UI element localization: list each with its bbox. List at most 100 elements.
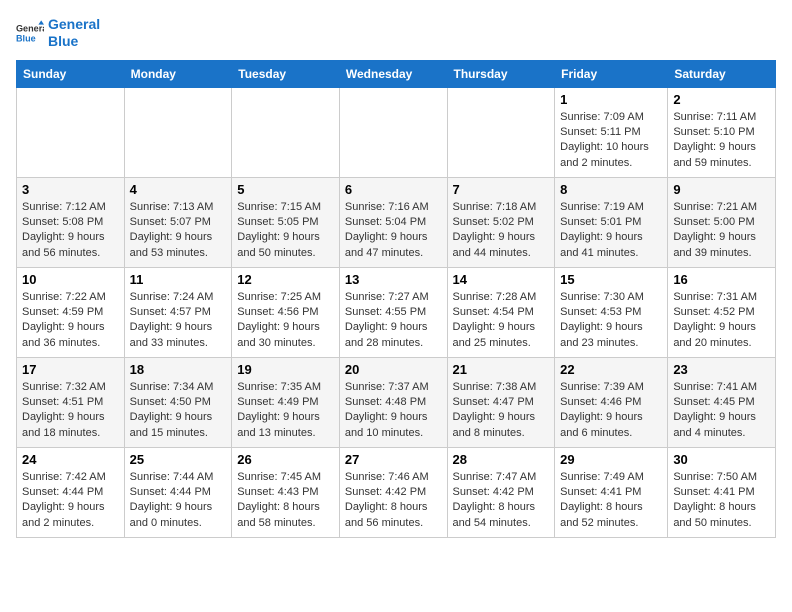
day-info: Sunrise: 7:21 AM Sunset: 5:00 PM Dayligh… (673, 200, 770, 262)
calendar-cell: 18 Sunrise: 7:34 AM Sunset: 4:50 PM Dayli… (124, 357, 232, 447)
calendar-cell: 9 Sunrise: 7:21 AM Sunset: 5:00 PM Daylig… (668, 177, 776, 267)
day-info: Sunrise: 7:32 AM Sunset: 4:51 PM Dayligh… (22, 380, 119, 442)
calendar-cell: 23Sunrise: 7:41 AM Sunset: 4:45 PM Dayli… (668, 357, 776, 447)
day-number: 7 (453, 182, 550, 197)
calendar-cell: 13Sunrise: 7:27 AM Sunset: 4:55 PM Dayli… (339, 267, 447, 357)
calendar-cell: 6 Sunrise: 7:16 AM Sunset: 5:04 PM Daylig… (339, 177, 447, 267)
calendar-cell: 24 Sunrise: 7:42 AM Sunset: 4:44 PM Dayli… (17, 447, 125, 537)
calendar-cell: 20 Sunrise: 7:37 AM Sunset: 4:48 PM Dayli… (339, 357, 447, 447)
calendar-week-row: 10 Sunrise: 7:22 AM Sunset: 4:59 PM Dayli… (17, 267, 776, 357)
day-number: 12 (237, 272, 334, 287)
weekday-header-cell: Sunday (17, 60, 125, 87)
calendar-table: SundayMondayTuesdayWednesdayThursdayFrid… (16, 60, 776, 538)
calendar-week-row: 3 Sunrise: 7:12 AM Sunset: 5:08 PM Daylig… (17, 177, 776, 267)
day-info: Sunrise: 7:42 AM Sunset: 4:44 PM Dayligh… (22, 470, 119, 532)
day-info: Sunrise: 7:50 AM Sunset: 4:41 PM Dayligh… (673, 470, 770, 532)
logo-text: GeneralBlue (48, 16, 100, 50)
weekday-header-cell: Monday (124, 60, 232, 87)
calendar-cell: 1 Sunrise: 7:09 AM Sunset: 5:11 PM Daylig… (555, 87, 668, 177)
calendar-cell: 5Sunrise: 7:15 AM Sunset: 5:05 PM Daylig… (232, 177, 340, 267)
day-number: 30 (673, 452, 770, 467)
calendar-cell: 26Sunrise: 7:45 AM Sunset: 4:43 PM Dayli… (232, 447, 340, 537)
calendar-cell: 19Sunrise: 7:35 AM Sunset: 4:49 PM Dayli… (232, 357, 340, 447)
day-info: Sunrise: 7:12 AM Sunset: 5:08 PM Dayligh… (22, 200, 119, 262)
day-number: 10 (22, 272, 119, 287)
calendar-cell: 30 Sunrise: 7:50 AM Sunset: 4:41 PM Dayli… (668, 447, 776, 537)
day-info: Sunrise: 7:15 AM Sunset: 5:05 PM Dayligh… (237, 200, 334, 262)
day-info: Sunrise: 7:09 AM Sunset: 5:11 PM Dayligh… (560, 110, 662, 172)
day-number: 27 (345, 452, 442, 467)
day-number: 6 (345, 182, 442, 197)
calendar-cell: 4Sunrise: 7:13 AM Sunset: 5:07 PM Daylig… (124, 177, 232, 267)
calendar-week-row: 17Sunrise: 7:32 AM Sunset: 4:51 PM Dayli… (17, 357, 776, 447)
weekday-header-cell: Tuesday (232, 60, 340, 87)
day-info: Sunrise: 7:44 AM Sunset: 4:44 PM Dayligh… (130, 470, 227, 532)
calendar-cell: 10 Sunrise: 7:22 AM Sunset: 4:59 PM Dayli… (17, 267, 125, 357)
day-number: 24 (22, 452, 119, 467)
day-info: Sunrise: 7:38 AM Sunset: 4:47 PM Dayligh… (453, 380, 550, 442)
day-info: Sunrise: 7:24 AM Sunset: 4:57 PM Dayligh… (130, 290, 227, 352)
calendar-cell (339, 87, 447, 177)
calendar-body: 1 Sunrise: 7:09 AM Sunset: 5:11 PM Daylig… (17, 87, 776, 537)
calendar-cell: 2 Sunrise: 7:11 AM Sunset: 5:10 PM Daylig… (668, 87, 776, 177)
weekday-header-row: SundayMondayTuesdayWednesdayThursdayFrid… (17, 60, 776, 87)
calendar-cell: 14 Sunrise: 7:28 AM Sunset: 4:54 PM Dayli… (447, 267, 555, 357)
day-number: 8 (560, 182, 662, 197)
day-info: Sunrise: 7:49 AM Sunset: 4:41 PM Dayligh… (560, 470, 662, 532)
day-info: Sunrise: 7:37 AM Sunset: 4:48 PM Dayligh… (345, 380, 442, 442)
day-number: 3 (22, 182, 119, 197)
day-info: Sunrise: 7:11 AM Sunset: 5:10 PM Dayligh… (673, 110, 770, 172)
day-number: 21 (453, 362, 550, 377)
day-number: 29 (560, 452, 662, 467)
day-info: Sunrise: 7:46 AM Sunset: 4:42 PM Dayligh… (345, 470, 442, 532)
calendar-cell: 11 Sunrise: 7:24 AM Sunset: 4:57 PM Dayli… (124, 267, 232, 357)
svg-text:General: General (16, 23, 44, 33)
svg-text:Blue: Blue (16, 33, 36, 43)
day-number: 9 (673, 182, 770, 197)
day-info: Sunrise: 7:30 AM Sunset: 4:53 PM Dayligh… (560, 290, 662, 352)
day-number: 11 (130, 272, 227, 287)
day-number: 22 (560, 362, 662, 377)
calendar-cell: 27 Sunrise: 7:46 AM Sunset: 4:42 PM Dayli… (339, 447, 447, 537)
day-number: 1 (560, 92, 662, 107)
day-number: 14 (453, 272, 550, 287)
page-header: General Blue GeneralBlue (16, 16, 776, 50)
day-info: Sunrise: 7:27 AM Sunset: 4:55 PM Dayligh… (345, 290, 442, 352)
day-number: 16 (673, 272, 770, 287)
day-info: Sunrise: 7:34 AM Sunset: 4:50 PM Dayligh… (130, 380, 227, 442)
calendar-week-row: 24 Sunrise: 7:42 AM Sunset: 4:44 PM Dayli… (17, 447, 776, 537)
day-number: 18 (130, 362, 227, 377)
day-number: 2 (673, 92, 770, 107)
day-info: Sunrise: 7:25 AM Sunset: 4:56 PM Dayligh… (237, 290, 334, 352)
day-number: 20 (345, 362, 442, 377)
calendar-cell: 21 Sunrise: 7:38 AM Sunset: 4:47 PM Dayli… (447, 357, 555, 447)
calendar-cell: 12 Sunrise: 7:25 AM Sunset: 4:56 PM Dayli… (232, 267, 340, 357)
day-info: Sunrise: 7:18 AM Sunset: 5:02 PM Dayligh… (453, 200, 550, 262)
weekday-header-cell: Wednesday (339, 60, 447, 87)
calendar-cell: 16 Sunrise: 7:31 AM Sunset: 4:52 PM Dayli… (668, 267, 776, 357)
logo-icon: General Blue (16, 19, 44, 47)
calendar-cell: 29 Sunrise: 7:49 AM Sunset: 4:41 PM Dayli… (555, 447, 668, 537)
day-info: Sunrise: 7:39 AM Sunset: 4:46 PM Dayligh… (560, 380, 662, 442)
calendar-cell (447, 87, 555, 177)
day-info: Sunrise: 7:31 AM Sunset: 4:52 PM Dayligh… (673, 290, 770, 352)
day-number: 28 (453, 452, 550, 467)
weekday-header-cell: Friday (555, 60, 668, 87)
calendar-cell: 17Sunrise: 7:32 AM Sunset: 4:51 PM Dayli… (17, 357, 125, 447)
calendar-week-row: 1 Sunrise: 7:09 AM Sunset: 5:11 PM Daylig… (17, 87, 776, 177)
day-number: 26 (237, 452, 334, 467)
logo: General Blue GeneralBlue (16, 16, 100, 50)
day-number: 15 (560, 272, 662, 287)
day-info: Sunrise: 7:16 AM Sunset: 5:04 PM Dayligh… (345, 200, 442, 262)
calendar-cell (124, 87, 232, 177)
calendar-cell: 28 Sunrise: 7:47 AM Sunset: 4:42 PM Dayli… (447, 447, 555, 537)
calendar-cell: 15 Sunrise: 7:30 AM Sunset: 4:53 PM Dayli… (555, 267, 668, 357)
calendar-cell: 25 Sunrise: 7:44 AM Sunset: 4:44 PM Dayli… (124, 447, 232, 537)
day-info: Sunrise: 7:47 AM Sunset: 4:42 PM Dayligh… (453, 470, 550, 532)
day-number: 25 (130, 452, 227, 467)
day-info: Sunrise: 7:13 AM Sunset: 5:07 PM Dayligh… (130, 200, 227, 262)
calendar-cell (17, 87, 125, 177)
calendar-cell: 3 Sunrise: 7:12 AM Sunset: 5:08 PM Daylig… (17, 177, 125, 267)
day-info: Sunrise: 7:22 AM Sunset: 4:59 PM Dayligh… (22, 290, 119, 352)
day-info: Sunrise: 7:28 AM Sunset: 4:54 PM Dayligh… (453, 290, 550, 352)
